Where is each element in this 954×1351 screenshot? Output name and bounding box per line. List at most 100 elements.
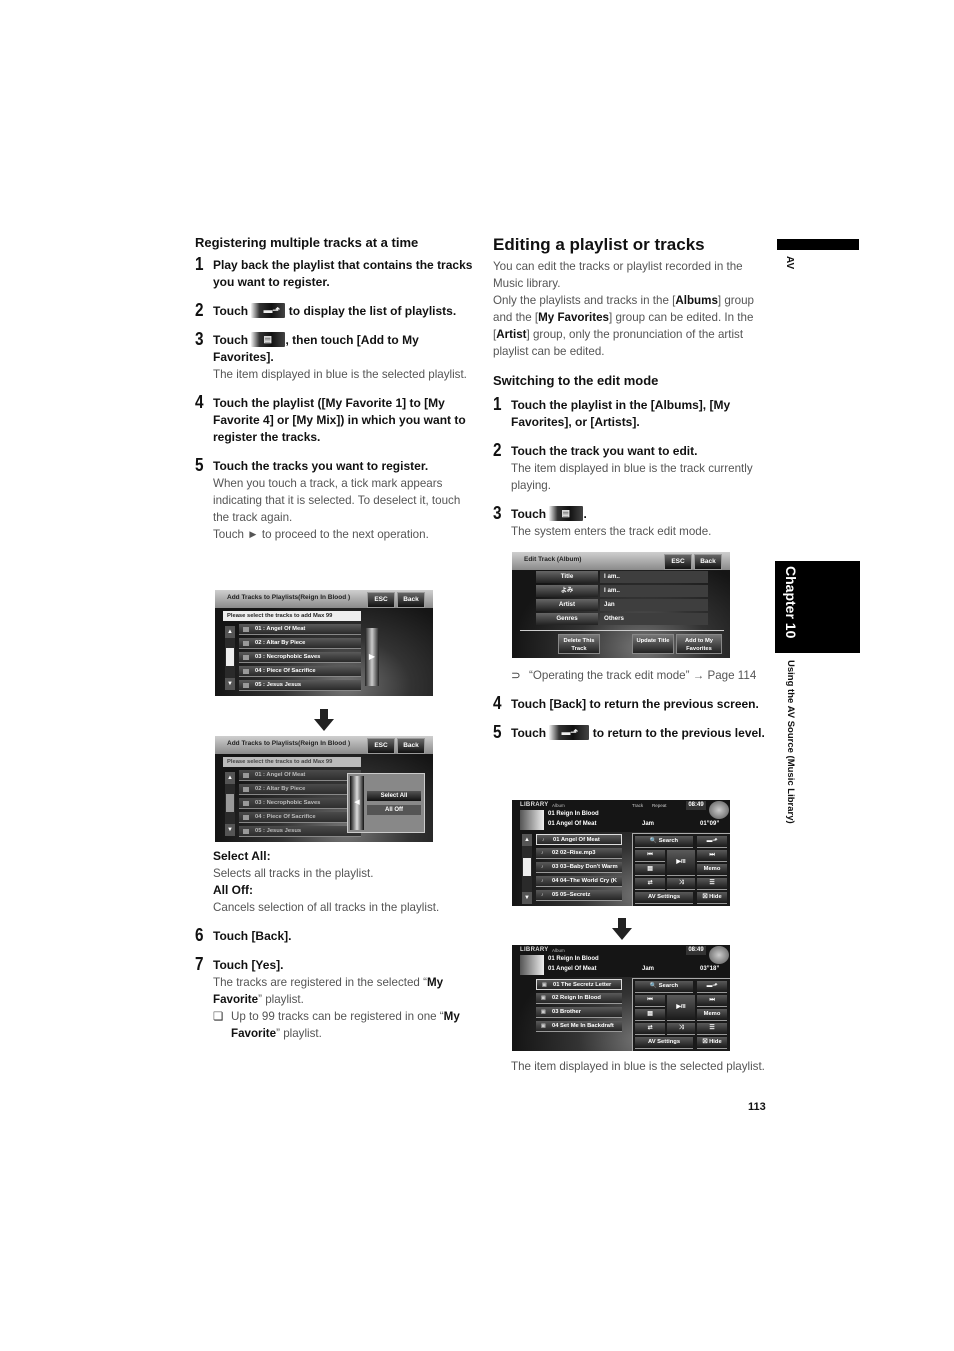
field-label[interactable]: よみ xyxy=(536,585,598,597)
track-row[interactable]: 05 : Jesus Jesus xyxy=(239,680,361,691)
esc-button[interactable]: ESC xyxy=(367,592,395,608)
scroll-down-icon[interactable]: ▼ xyxy=(225,678,235,690)
scroll-down-icon[interactable]: ▼ xyxy=(522,892,532,904)
scrollbar[interactable]: ▲ ▼ xyxy=(225,626,235,690)
checkbox-icon[interactable] xyxy=(243,655,249,660)
playlist-up-icon[interactable]: ▬⬏ xyxy=(697,836,727,848)
random-icon[interactable]: ⤨ xyxy=(667,878,695,890)
checkbox-icon[interactable] xyxy=(243,683,249,688)
all-off-button[interactable]: All Off xyxy=(367,805,421,815)
edit-row-genres[interactable]: Genres Others xyxy=(536,613,708,625)
scroll-up-icon[interactable]: ▲ xyxy=(225,772,235,784)
disc-icon[interactable] xyxy=(709,801,729,819)
playlist-row[interactable]: ▣ 03 Brother xyxy=(536,1007,622,1018)
add-to-favorites-button[interactable]: Add to My Favorites xyxy=(676,634,722,654)
next-track-button[interactable]: ⏭ xyxy=(697,995,727,1007)
random-icon[interactable]: ⤨ xyxy=(667,1023,695,1035)
edit-icon[interactable]: ▤ xyxy=(635,1009,665,1021)
step-title-text: . xyxy=(583,507,587,521)
field-label[interactable]: Genres xyxy=(536,613,598,625)
track-row[interactable]: 03 : Necrophobic Saves xyxy=(239,652,361,663)
esc-button[interactable]: ESC xyxy=(367,738,395,754)
scroll-thumb[interactable] xyxy=(523,858,531,876)
repeat-icon[interactable]: ⇄ xyxy=(635,1023,665,1035)
next-track-button[interactable]: ⏭ xyxy=(697,850,727,862)
track-row[interactable]: 01 : Angel Of Meat xyxy=(239,624,361,635)
previous-track-button[interactable]: ⏮ xyxy=(635,850,665,862)
list-icon[interactable]: ☰ xyxy=(697,878,727,890)
track-row[interactable]: 02 : Altar By Piece xyxy=(239,638,361,649)
track-row[interactable]: ♪ 01 Angel Of Meat xyxy=(536,834,622,845)
search-button[interactable]: 🔍 Search xyxy=(635,836,693,848)
select-all-button[interactable]: Select All xyxy=(367,791,421,801)
previous-track-button[interactable]: ⏮ xyxy=(635,995,665,1007)
scroll-up-icon[interactable]: ▲ xyxy=(225,626,235,638)
track-row[interactable]: 04 : Piece Of Sacrifice xyxy=(239,666,361,677)
scroll-down-icon[interactable]: ▼ xyxy=(225,824,235,836)
delete-track-button[interactable]: Delete This Track xyxy=(558,634,600,654)
esc-button[interactable]: ESC xyxy=(664,554,692,570)
checkbox-icon[interactable] xyxy=(243,815,249,820)
search-button[interactable]: 🔍 Search xyxy=(635,981,693,993)
checkbox-icon[interactable] xyxy=(243,641,249,646)
play-pause-button[interactable]: ▶/II xyxy=(667,850,695,876)
track-row[interactable]: ♪ 04 04–The World Cry (K xyxy=(536,876,622,887)
playlist-up-icon[interactable]: ▬⬏ xyxy=(697,981,727,993)
checkbox-icon[interactable] xyxy=(243,773,249,778)
edit-row-title[interactable]: Title I am.. xyxy=(536,571,708,583)
scroll-thumb[interactable] xyxy=(226,794,234,812)
checkbox-icon[interactable] xyxy=(243,627,249,632)
track-row[interactable]: ♪ 05 05–Secretz xyxy=(536,890,622,901)
track-row[interactable]: 04 : Piece Of Sacrifice xyxy=(239,812,361,823)
disc-icon[interactable] xyxy=(709,946,729,964)
memo-button[interactable]: Memo xyxy=(697,864,727,876)
checkbox-icon[interactable] xyxy=(243,829,249,834)
checkbox-icon[interactable] xyxy=(243,669,249,674)
update-title-button[interactable]: Update Title xyxy=(632,634,674,654)
scrollbar[interactable]: ▲ ▼ xyxy=(225,772,235,836)
hide-button[interactable]: ☒ Hide xyxy=(697,1037,727,1049)
back-button[interactable]: Back xyxy=(397,738,425,754)
back-button[interactable]: Back xyxy=(694,554,722,570)
checkbox-icon[interactable] xyxy=(243,787,249,792)
crossref-link[interactable]: “Operating the track edit mode” → Page 1… xyxy=(529,669,756,682)
step-2: 2 Touch the track you want to edit. The … xyxy=(493,440,773,494)
bold-text: Albums xyxy=(675,294,718,307)
checkbox-icon[interactable] xyxy=(243,801,249,806)
track-row[interactable]: 01 : Angel Of Meat xyxy=(239,770,361,781)
av-settings-button[interactable]: AV Settings xyxy=(635,1037,693,1049)
right-column-continued: ⊃ “Operating the track edit mode” → Page… xyxy=(493,667,773,754)
clock: 08:49 xyxy=(686,946,706,955)
field-label[interactable]: Artist xyxy=(536,599,598,611)
playlist-row[interactable]: ▣ 02 Reign In Blood xyxy=(536,993,622,1004)
track-row[interactable]: 02 : Altar By Piece xyxy=(239,784,361,795)
edit-row-artist[interactable]: Artist Jan xyxy=(536,599,708,611)
edit-icon[interactable]: ▤ xyxy=(635,864,665,876)
memo-button[interactable]: Memo xyxy=(697,1009,727,1021)
playlist-row[interactable]: ▣ 01 The Secretz Letter xyxy=(536,979,622,990)
track-row[interactable]: 05 : Jesus Jesus xyxy=(239,826,361,837)
edit-row-reading[interactable]: よみ I am.. xyxy=(536,585,708,597)
next-arrow-button[interactable]: ▶ xyxy=(365,628,379,686)
field-value: I am.. xyxy=(600,585,708,597)
close-popup-arrow[interactable]: ◀ xyxy=(350,776,364,830)
screenshot-edit-track: Edit Track (Album) ESC Back Title I am.. … xyxy=(512,552,730,658)
back-button[interactable]: Back xyxy=(397,592,425,608)
final-description: The item displayed in blue is the select… xyxy=(511,1060,765,1073)
track-row[interactable]: 03 : Necrophobic Saves xyxy=(239,798,361,809)
av-settings-button[interactable]: AV Settings xyxy=(635,892,693,904)
screenshot-add-tracks: Add Tracks to Playlists(Reign In Blood )… xyxy=(215,590,433,696)
track-row[interactable]: ♪ 02 02–Rise.mp3 xyxy=(536,848,622,859)
track-row[interactable]: ♪ 03 03–Baby Don't Warm xyxy=(536,862,622,873)
play-pause-button[interactable]: ▶/II xyxy=(667,995,695,1021)
field-label[interactable]: Title xyxy=(536,571,598,583)
scroll-thumb[interactable] xyxy=(226,648,234,666)
playlist-row[interactable]: ▣ 04 Set Me In Backdraft xyxy=(536,1021,622,1032)
list-icon[interactable]: ☰ xyxy=(697,1023,727,1035)
repeat-icon[interactable]: ⇄ xyxy=(635,878,665,890)
track-name: 01 Angel Of Meat xyxy=(553,837,600,843)
scrollbar[interactable]: ▲ ▼ xyxy=(522,834,532,904)
hide-label: Hide xyxy=(709,1039,722,1045)
hide-button[interactable]: ☒ Hide xyxy=(697,892,727,904)
scroll-up-icon[interactable]: ▲ xyxy=(522,834,532,846)
